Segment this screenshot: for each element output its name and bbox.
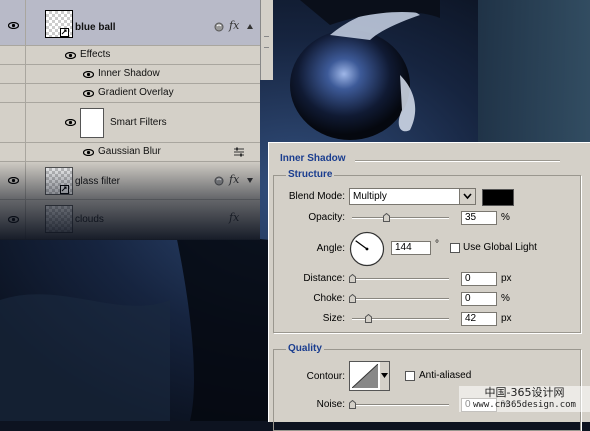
- use-global-light-label[interactable]: Use Global Light: [463, 242, 537, 253]
- eye-icon[interactable]: [83, 90, 94, 97]
- visibility-column: [0, 46, 26, 64]
- anti-aliased-label[interactable]: Anti-aliased: [419, 370, 471, 381]
- layers-scrollbar[interactable]: [260, 0, 273, 80]
- effects-badge-icon: [214, 176, 224, 186]
- noise-slider-knob[interactable]: [349, 400, 356, 409]
- layer-thumbnail: [45, 205, 73, 233]
- watermark-title: 中国-365设计网: [484, 386, 565, 399]
- site-watermark: 中国-365设计网 www.cn365design.com: [459, 386, 590, 412]
- layers-panel: blue ball fx Effects Inner Shadow Gradie…: [0, 0, 260, 240]
- layer-name: blue ball: [75, 22, 116, 33]
- filter-row-gaussian-blur[interactable]: Gaussian Blur: [0, 143, 260, 162]
- smart-object-icon: [60, 185, 69, 194]
- effect-label: Gradient Overlay: [98, 87, 174, 98]
- section-divider: [355, 160, 560, 162]
- distance-slider-knob[interactable]: [349, 274, 356, 283]
- angle-input[interactable]: 144: [391, 241, 431, 255]
- quality-title: Quality: [286, 343, 324, 354]
- opacity-unit: %: [501, 212, 510, 223]
- blend-mode-select[interactable]: Multiply: [349, 188, 476, 205]
- blend-mode-value: Multiply: [353, 191, 387, 202]
- eye-icon[interactable]: [65, 52, 76, 59]
- choke-unit: %: [501, 293, 510, 304]
- filter-label: Gaussian Blur: [98, 146, 161, 157]
- chevron-down-icon: [381, 373, 388, 378]
- distance-slider[interactable]: [352, 278, 449, 280]
- smart-filters-label: Smart Filters: [110, 117, 167, 128]
- distance-label: Distance:: [303, 273, 345, 284]
- effects-badge-icon: [214, 22, 224, 32]
- choke-slider[interactable]: [352, 298, 449, 300]
- angle-dial[interactable]: [349, 231, 385, 267]
- opacity-slider[interactable]: [352, 217, 449, 219]
- choke-input[interactable]: 0: [461, 292, 497, 306]
- smart-filters-row[interactable]: Smart Filters: [0, 103, 260, 143]
- effect-label: Inner Shadow: [98, 68, 160, 79]
- blending-options-icon[interactable]: [233, 147, 245, 157]
- size-input[interactable]: 42: [461, 312, 497, 326]
- layer-name: clouds: [75, 214, 104, 225]
- contour-label: Contour:: [306, 371, 345, 382]
- filter-mask-thumbnail[interactable]: [80, 108, 104, 138]
- layer-row-blue-ball[interactable]: blue ball fx: [0, 0, 260, 46]
- section-title: Inner Shadow: [278, 153, 348, 164]
- size-unit: px: [501, 313, 512, 324]
- angle-label: Angle:: [316, 243, 345, 254]
- fx-icon[interactable]: fx: [229, 19, 239, 32]
- scroll-thumb[interactable]: [264, 36, 269, 48]
- opacity-slider-knob[interactable]: [382, 213, 390, 222]
- expand-triangle-icon[interactable]: [247, 24, 253, 29]
- layer-row-clouds[interactable]: clouds fx: [0, 200, 260, 240]
- fx-icon[interactable]: fx: [229, 173, 239, 186]
- eye-icon[interactable]: [65, 119, 76, 126]
- smart-object-icon: [60, 28, 69, 37]
- choke-slider-knob[interactable]: [349, 294, 356, 303]
- use-global-light-checkbox[interactable]: [450, 243, 460, 253]
- eye-icon[interactable]: [83, 71, 94, 78]
- visibility-column: [0, 65, 26, 83]
- chevron-down-icon: [463, 193, 472, 200]
- opacity-input[interactable]: 35: [461, 211, 497, 225]
- contour-picker[interactable]: [349, 361, 381, 391]
- size-slider-knob[interactable]: [365, 314, 373, 323]
- anti-aliased-checkbox[interactable]: [405, 371, 415, 381]
- eye-icon[interactable]: [83, 149, 94, 156]
- contour-preview: [352, 364, 378, 388]
- layer-style-dialog: Inner Shadow Structure Blend Mode: Multi…: [268, 142, 590, 431]
- distance-unit: px: [501, 273, 512, 284]
- noise-slider[interactable]: [352, 404, 449, 406]
- layer-name: glass filter: [75, 176, 121, 187]
- collapse-triangle-icon[interactable]: [247, 178, 253, 183]
- dropdown-button[interactable]: [459, 189, 475, 204]
- distance-input[interactable]: 0: [461, 272, 497, 286]
- visibility-column: [0, 143, 26, 161]
- layer-row-glass-filter[interactable]: glass filter fx: [0, 162, 260, 200]
- eye-icon[interactable]: [8, 177, 19, 184]
- effects-row[interactable]: Effects: [0, 46, 260, 65]
- size-label: Size:: [322, 313, 345, 324]
- eye-icon[interactable]: [8, 22, 19, 29]
- effect-row-gradient-overlay[interactable]: Gradient Overlay: [0, 84, 260, 103]
- noise-label: Noise:: [316, 399, 345, 410]
- watermark-url: www.cn365design.com: [473, 400, 576, 410]
- visibility-column: [0, 84, 26, 102]
- effects-label: Effects: [80, 49, 111, 60]
- choke-label: Choke:: [313, 293, 345, 304]
- shadow-color-swatch[interactable]: [482, 189, 514, 206]
- effect-row-inner-shadow[interactable]: Inner Shadow: [0, 65, 260, 84]
- visibility-column: [0, 103, 26, 142]
- opacity-label: Opacity:: [308, 212, 345, 223]
- angle-unit: °: [435, 239, 439, 250]
- fx-icon[interactable]: fx: [229, 211, 239, 224]
- structure-title: Structure: [286, 169, 335, 180]
- blend-mode-label: Blend Mode:: [288, 191, 345, 202]
- contour-dropdown[interactable]: [380, 361, 390, 391]
- eye-icon[interactable]: [8, 216, 19, 223]
